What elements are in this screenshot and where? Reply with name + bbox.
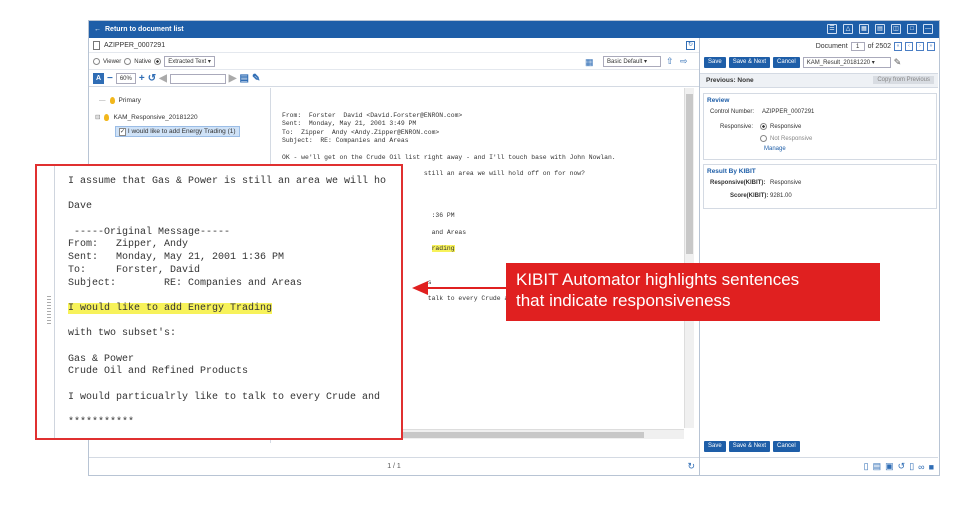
extracted-text-select[interactable]: Extracted Text ▾: [164, 56, 215, 67]
delete-icon[interactable]: ■: [929, 462, 934, 472]
native-radio[interactable]: [124, 58, 132, 65]
viewer-footer: 1 / 1 ↻: [89, 457, 699, 475]
highlighted-sentence: I would like to add Energy Trading: [68, 302, 273, 314]
panel-footer-toolbar: ▯ ▤ ▣ ↺ ▯ ∞ ■: [700, 457, 938, 475]
back-to-list-link[interactable]: ← Return to document list: [94, 26, 184, 33]
coding-buttons-bottom: Save Save & Next Cancel: [704, 441, 800, 452]
bulb-icon: [109, 97, 115, 104]
result-select[interactable]: KAM_Result_20181220 ▾: [802, 57, 891, 68]
first-doc-icon[interactable]: «: [894, 42, 902, 51]
tag-icon[interactable]: ▤: [873, 461, 882, 472]
minimize-icon[interactable]: ―: [923, 24, 933, 34]
zoom-out-icon[interactable]: −: [107, 73, 113, 84]
image-icon[interactable]: ▣: [885, 461, 894, 472]
highlight-icon[interactable]: ✎: [252, 73, 260, 84]
extracted-text-radio[interactable]: [154, 58, 162, 65]
last-page-icon[interactable]: ▶: [229, 73, 237, 84]
doc-number-input[interactable]: 1: [850, 42, 865, 51]
next-doc-icon[interactable]: ›: [916, 42, 924, 51]
drag-handle: [47, 296, 51, 326]
responsive-option[interactable]: Responsive: [760, 123, 801, 130]
coding-panel: Document 1 of 2502 « ‹ › » Save Save & N…: [699, 38, 939, 475]
export-icon[interactable]: ⇨: [680, 56, 688, 67]
cancel-button[interactable]: Cancel: [773, 57, 800, 68]
viewer-radio[interactable]: [93, 58, 100, 65]
collapse-icon[interactable]: ⊟: [95, 113, 100, 121]
copy-from-previous-button[interactable]: Copy from Previous: [873, 76, 934, 84]
not-responsive-option[interactable]: Not Responsive: [760, 135, 812, 142]
save-next-button-bottom[interactable]: Save & Next: [728, 441, 771, 452]
layout-select[interactable]: Basic Default ▾: [603, 56, 661, 67]
arrowhead-icon: [412, 281, 428, 295]
review-section: Review Control Number: AZIPPER_0007291 R…: [703, 93, 937, 160]
zoom-in-icon[interactable]: +: [139, 73, 145, 84]
pencil-icon[interactable]: ✎: [894, 57, 902, 68]
rotate-icon[interactable]: ↺: [148, 73, 156, 84]
zoomed-document-text: I assume that Gas & Power is still an ar…: [68, 176, 387, 429]
document-navigator: Document 1 of 2502 « ‹ › »: [816, 42, 935, 51]
save-button-bottom[interactable]: Save: [704, 441, 726, 452]
top-bar: ← Return to document list ☰ △ ▦ ▤ ◫ □ ―: [89, 21, 939, 38]
save-next-button[interactable]: Save & Next: [728, 57, 771, 68]
annotation-label: KIBIT Automator highlights sentences tha…: [506, 263, 880, 321]
window-icon[interactable]: □: [907, 24, 917, 34]
link-icon[interactable]: ∞: [918, 462, 924, 472]
mobile-icon[interactable]: ▯: [864, 461, 869, 472]
prev-doc-icon[interactable]: ‹: [905, 42, 913, 51]
tree-node-primary[interactable]: — Primary: [99, 97, 141, 104]
file-icon: [93, 40, 100, 50]
list-icon[interactable]: ☰: [827, 24, 837, 34]
view-mode-bar: Viewer Native Extracted Text ▾ ▦ Basic D…: [89, 54, 699, 70]
vertical-scrollbar[interactable]: [684, 88, 694, 428]
not-responsive-radio[interactable]: [760, 135, 767, 142]
tree-node-kam[interactable]: ⊟ KAM_Responsive_20181220: [95, 113, 198, 121]
save-button[interactable]: Save: [704, 57, 726, 68]
zoom-level[interactable]: 60%: [115, 73, 136, 84]
last-doc-icon[interactable]: »: [927, 42, 935, 51]
document-header: AZIPPER_0007291 ↻: [89, 38, 699, 53]
arrow-left-icon: ←: [94, 26, 101, 33]
viewer-toolbar: A − 60% + ↺ ◀ ▶ ▤ ✎: [89, 71, 699, 87]
file-name: AZIPPER_0007291: [104, 41, 166, 49]
page-indicator: 1 / 1: [387, 463, 401, 470]
trash-icon[interactable]: ▯: [909, 461, 914, 472]
split-h-icon[interactable]: ▤: [875, 24, 885, 34]
kibit-result-section: Result By KIBIT Responsive(KIBIT): Respo…: [703, 164, 937, 209]
refresh-icon[interactable]: ↻: [687, 461, 695, 472]
tree-node-energy[interactable]: ✓ I would like to add Energy Trading (1): [115, 126, 240, 137]
split-v-icon[interactable]: ◫: [891, 24, 901, 34]
bulb-icon: [104, 113, 110, 121]
upload-icon[interactable]: ⇧: [666, 56, 674, 67]
page-input[interactable]: [169, 73, 226, 84]
grid-icon[interactable]: ▦: [859, 24, 869, 34]
org-icon[interactable]: △: [843, 24, 853, 34]
previous-bar: Previous: None Copy from Previous: [700, 73, 938, 88]
responsive-radio[interactable]: [760, 123, 767, 130]
table-icon[interactable]: ▦: [585, 57, 594, 68]
check-icon[interactable]: ✓: [119, 128, 127, 136]
history-icon[interactable]: ↺: [898, 461, 906, 472]
manage-link[interactable]: Manage: [764, 146, 786, 152]
sync-icon[interactable]: ↻: [686, 41, 695, 50]
text-mode-icon[interactable]: A: [93, 73, 104, 84]
annotation-arrow: [426, 287, 508, 289]
coding-buttons-top: Save Save & Next Cancel KAM_Result_20181…: [704, 57, 901, 68]
cancel-button-bottom[interactable]: Cancel: [773, 441, 800, 452]
zoom-callout: I assume that Gas & Power is still an ar…: [35, 164, 403, 440]
first-page-icon[interactable]: ◀: [159, 73, 167, 84]
fit-icon[interactable]: ▤: [240, 73, 249, 84]
